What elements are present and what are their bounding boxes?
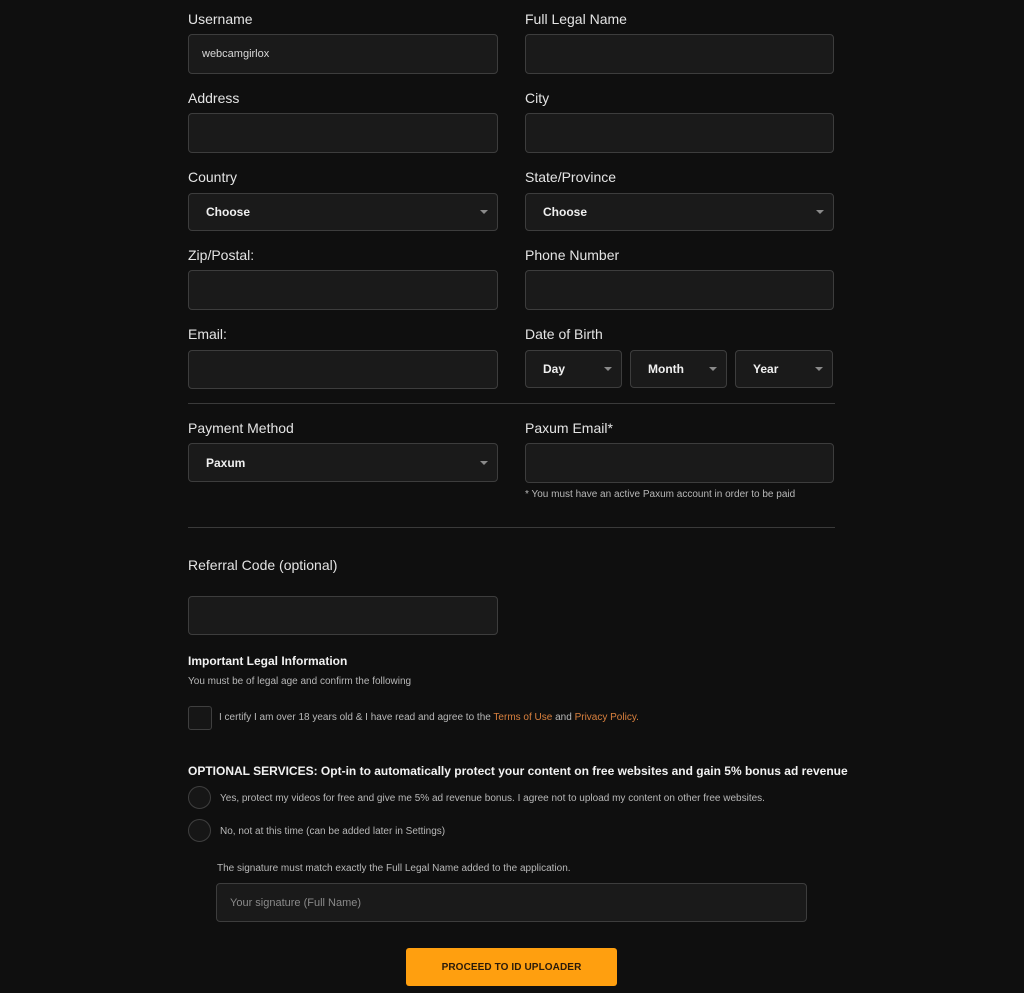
full-legal-name-label: Full Legal Name xyxy=(525,11,627,27)
age-certify-text: I certify I am over 18 years old & I hav… xyxy=(219,712,639,723)
state-selected-value: Choose xyxy=(543,205,588,219)
and-text: and xyxy=(552,712,575,723)
signature-note: The signature must match exactly the Ful… xyxy=(217,863,571,874)
age-certify-checkbox[interactable] xyxy=(188,706,212,730)
section-divider xyxy=(188,527,835,528)
period: . xyxy=(636,712,639,723)
full-legal-name-field[interactable] xyxy=(525,34,834,74)
email-label: Email: xyxy=(188,326,227,342)
email-input[interactable] xyxy=(189,351,497,388)
chevron-down-icon xyxy=(815,367,823,371)
referral-field[interactable] xyxy=(188,596,498,635)
optin-no-radio[interactable] xyxy=(188,819,211,842)
chevron-down-icon xyxy=(816,210,824,214)
dob-month-value: Month xyxy=(648,362,684,376)
country-label: Country xyxy=(188,169,238,185)
proceed-to-id-uploader-button[interactable]: PROCEED TO ID UPLOADER xyxy=(406,948,617,986)
optin-no-label[interactable]: No, not at this time (can be added later… xyxy=(220,826,445,837)
paxum-note: * You must have an active Paxum account … xyxy=(525,489,796,500)
paxum-email-input[interactable] xyxy=(526,444,833,482)
address-input[interactable] xyxy=(189,114,497,152)
state-select[interactable]: Choose xyxy=(525,193,834,231)
chevron-down-icon xyxy=(604,367,612,371)
terms-of-use-link[interactable]: Terms of Use xyxy=(493,712,552,723)
dob-year-select[interactable]: Year xyxy=(735,350,833,388)
paxum-email-field[interactable] xyxy=(525,443,834,483)
dob-month-select[interactable]: Month xyxy=(630,350,727,388)
dob-year-value: Year xyxy=(753,362,779,376)
certify-prefix: I certify I am over 18 years old & I hav… xyxy=(219,712,494,723)
signature-field[interactable] xyxy=(216,883,807,922)
section-divider xyxy=(188,403,835,404)
phone-label: Phone Number xyxy=(525,247,620,263)
zip-field[interactable] xyxy=(188,270,498,310)
address-label: Address xyxy=(188,90,240,106)
city-field[interactable] xyxy=(525,113,834,153)
optin-yes-radio[interactable] xyxy=(188,786,211,809)
optional-services-title: OPTIONAL SERVICES: Opt-in to automatical… xyxy=(188,764,848,778)
phone-input[interactable] xyxy=(526,271,833,309)
payment-method-select[interactable]: Paxum xyxy=(188,443,498,482)
country-select[interactable]: Choose xyxy=(188,193,498,231)
full-legal-name-input[interactable] xyxy=(526,35,833,73)
state-label: State/Province xyxy=(525,169,617,185)
chevron-down-icon xyxy=(480,210,488,214)
username-label: Username xyxy=(188,11,253,27)
referral-input[interactable] xyxy=(189,597,497,634)
chevron-down-icon xyxy=(709,367,717,371)
email-field[interactable] xyxy=(188,350,498,389)
legal-subtitle: You must be of legal age and confirm the… xyxy=(188,676,412,687)
username-field[interactable] xyxy=(188,34,498,74)
city-input[interactable] xyxy=(526,114,833,152)
country-selected-value: Choose xyxy=(206,205,251,219)
dob-day-select[interactable]: Day xyxy=(525,350,622,388)
privacy-policy-link[interactable]: Privacy Policy xyxy=(575,712,637,723)
username-input[interactable] xyxy=(189,35,497,73)
payment-method-label: Payment Method xyxy=(188,420,294,436)
city-label: City xyxy=(525,90,550,106)
dob-label: Date of Birth xyxy=(525,326,603,342)
zip-input[interactable] xyxy=(189,271,497,309)
zip-label: Zip/Postal: xyxy=(188,247,255,263)
signature-input[interactable] xyxy=(217,884,806,921)
dob-day-value: Day xyxy=(543,362,566,376)
legal-title: Important Legal Information xyxy=(188,654,348,668)
payment-method-value: Paxum xyxy=(206,455,246,470)
paxum-email-label: Paxum Email* xyxy=(525,420,613,436)
address-field[interactable] xyxy=(188,113,498,153)
optin-yes-label[interactable]: Yes, protect my videos for free and give… xyxy=(220,793,765,804)
referral-label: Referral Code (optional) xyxy=(188,557,338,573)
chevron-down-icon xyxy=(480,460,488,465)
phone-field[interactable] xyxy=(525,270,834,310)
